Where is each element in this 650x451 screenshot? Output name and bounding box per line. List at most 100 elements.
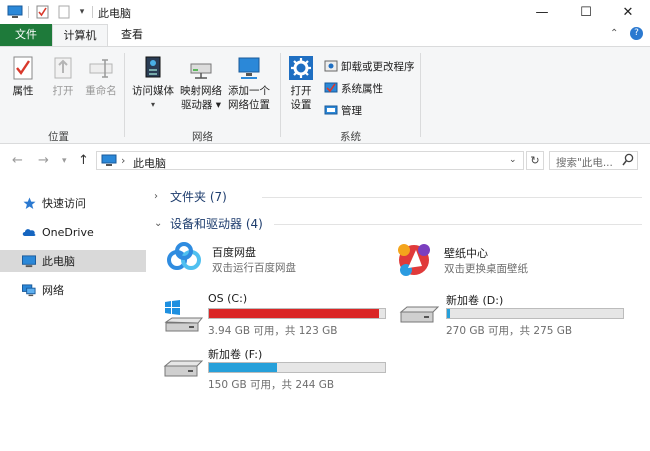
group-divider <box>262 197 642 198</box>
ribbon-tabs: 文件 计算机 查看 ⌃ ? <box>0 24 650 46</box>
nav-onedrive[interactable]: OneDrive <box>0 221 146 243</box>
baidu-netdisk-desc: 双击运行百度网盘 <box>212 262 296 274</box>
wallpaper-center-icon <box>394 238 434 281</box>
network-group-label: 网络 <box>192 131 213 143</box>
manage-label: 管理 <box>341 104 362 117</box>
add-location-label-line2: 网络位置 <box>228 99 270 111</box>
uninstall-label: 卸载或更改程序 <box>341 60 415 73</box>
up-arrow-icon[interactable]: ↑ <box>78 153 89 168</box>
drive-c-name: OS (C:) <box>208 292 248 305</box>
nav-this-pc-label: 此电脑 <box>42 255 75 268</box>
wallpaper-center-desc: 双击更换桌面壁纸 <box>444 263 528 275</box>
baidu-netdisk-tile[interactable]: 百度网盘 双击运行百度网盘 <box>164 240 384 280</box>
map-network-drive-button[interactable]: 映射网络 驱动器 ▾ <box>178 55 224 112</box>
expand-chevron-icon: › <box>154 190 158 202</box>
hard-drive-icon <box>162 358 204 383</box>
rename-button[interactable]: 重命名 <box>82 55 120 98</box>
system-properties-icon <box>324 81 338 95</box>
drive-f-info: 150 GB 可用，共 244 GB <box>208 379 335 391</box>
help-icon[interactable]: ? <box>630 27 643 40</box>
group-separator <box>280 53 281 137</box>
manage-icon <box>324 103 338 117</box>
tab-view[interactable]: 查看 <box>112 24 152 46</box>
properties-label: 属性 <box>12 85 34 97</box>
drive-c-tile[interactable]: OS (C:) 3.94 GB 可用，共 123 GB <box>160 292 392 340</box>
breadcrumb-this-pc[interactable]: 此电脑 <box>133 155 166 171</box>
wallpaper-center-tile[interactable]: 壁纸中心 双击更换桌面壁纸 <box>394 238 634 282</box>
recent-locations-chevron-icon[interactable]: ▾ <box>62 156 67 166</box>
drive-d-name: 新加卷 (D:) <box>446 294 504 307</box>
add-network-location-button[interactable]: 添加一个 网络位置 <box>226 55 272 112</box>
open-button[interactable]: 打开 <box>46 55 80 98</box>
nav-quick-access[interactable]: 快速访问 <box>0 192 146 214</box>
nav-network-label: 网络 <box>42 284 64 297</box>
folders-group-header[interactable]: › 文件夹 (7) <box>154 186 227 206</box>
folders-group-label: 文件夹 (7) <box>170 189 227 204</box>
computer-icon <box>22 254 36 268</box>
close-button[interactable]: ✕ <box>606 0 650 24</box>
network-location-icon <box>236 55 262 81</box>
drive-c-usage-fill <box>209 309 380 318</box>
properties-quick-icon[interactable] <box>34 4 50 20</box>
open-icon <box>50 55 76 81</box>
nav-network[interactable]: 网络 <box>0 279 146 301</box>
uninstall-programs-button[interactable]: 卸载或更改程序 <box>324 57 415 75</box>
system-group-label: 系统 <box>340 131 361 143</box>
address-row: ← → ▾ ↑ › 此电脑 ⌄ ↻ 搜索"此电... <box>0 148 650 174</box>
system-properties-label: 系统属性 <box>341 82 383 95</box>
open-label: 打开 <box>52 85 74 97</box>
devices-group-header[interactable]: ⌄ 设备和驱动器 (4) <box>154 213 263 233</box>
title-bar: ▾ 此电脑 — ☐ ✕ <box>0 0 650 24</box>
computer-icon <box>101 154 117 170</box>
drive-d-tile[interactable]: 新加卷 (D:) 270 GB 可用，共 275 GB <box>396 292 632 340</box>
dropdown-chevron-icon: ▾ <box>150 100 155 109</box>
refresh-button[interactable]: ↻ <box>526 151 544 170</box>
address-dropdown-chevron-icon[interactable]: ⌄ <box>509 155 517 165</box>
nav-this-pc[interactable]: 此电脑 <box>0 250 146 272</box>
devices-group-label: 设备和驱动器 (4) <box>170 216 263 231</box>
drive-c-usage-bar <box>208 308 386 319</box>
nav-onedrive-label: OneDrive <box>42 225 94 239</box>
address-bar[interactable]: › 此电脑 ⌄ <box>96 151 524 170</box>
system-properties-button[interactable]: 系统属性 <box>324 79 383 97</box>
access-media-label: 访问媒体 <box>132 85 174 97</box>
ribbon: 属性 打开 重命名 位置 访问媒体 ▾ 映射网络 驱动器 ▾ 添加一个 网络位置 <box>0 46 650 144</box>
access-media-button[interactable]: 访问媒体 ▾ <box>130 55 176 112</box>
back-arrow-icon[interactable]: ← <box>12 153 23 168</box>
network-icon <box>22 283 36 297</box>
computer-icon[interactable] <box>6 4 24 20</box>
forward-arrow-icon[interactable]: → <box>38 153 49 168</box>
settings-gear-icon <box>288 55 314 81</box>
nav-quick-access-label: 快速访问 <box>42 197 86 210</box>
open-settings-line2: 设置 <box>290 99 312 111</box>
customize-quick-access-chevron-icon[interactable]: ▾ <box>76 4 88 20</box>
properties-button[interactable]: 属性 <box>6 55 40 98</box>
media-server-icon <box>140 55 166 81</box>
separator <box>92 6 93 18</box>
properties-icon <box>10 55 36 81</box>
drive-f-usage-fill <box>209 363 277 372</box>
group-divider <box>274 224 642 225</box>
baidu-netdisk-icon <box>166 240 202 279</box>
drive-f-usage-bar <box>208 362 386 373</box>
open-settings-line1: 打开 <box>290 85 312 97</box>
map-drive-label-line2: 驱动器 ▾ <box>180 99 222 111</box>
new-folder-quick-icon[interactable] <box>56 4 72 20</box>
add-location-label-line1: 添加一个 <box>228 85 270 97</box>
tab-computer[interactable]: 计算机 <box>52 24 108 46</box>
open-settings-button[interactable]: 打开 设置 <box>284 55 318 112</box>
minimize-button[interactable]: — <box>520 0 564 24</box>
maximize-button[interactable]: ☐ <box>564 0 608 24</box>
drive-f-tile[interactable]: 新加卷 (F:) 150 GB 可用，共 244 GB <box>160 346 392 394</box>
search-placeholder: 搜索"此电... <box>556 157 613 169</box>
collapse-ribbon-chevron-icon[interactable]: ⌃ <box>610 28 618 39</box>
tab-file[interactable]: 文件 <box>0 24 52 46</box>
group-separator <box>420 53 421 137</box>
drive-c-info: 3.94 GB 可用，共 123 GB <box>208 325 338 337</box>
drive-d-info: 270 GB 可用，共 275 GB <box>446 325 573 337</box>
separator <box>28 6 29 18</box>
cloud-icon <box>22 225 36 239</box>
manage-button[interactable]: 管理 <box>324 101 362 119</box>
drive-d-usage-fill <box>447 309 451 318</box>
search-input[interactable]: 搜索"此电... <box>549 151 638 170</box>
